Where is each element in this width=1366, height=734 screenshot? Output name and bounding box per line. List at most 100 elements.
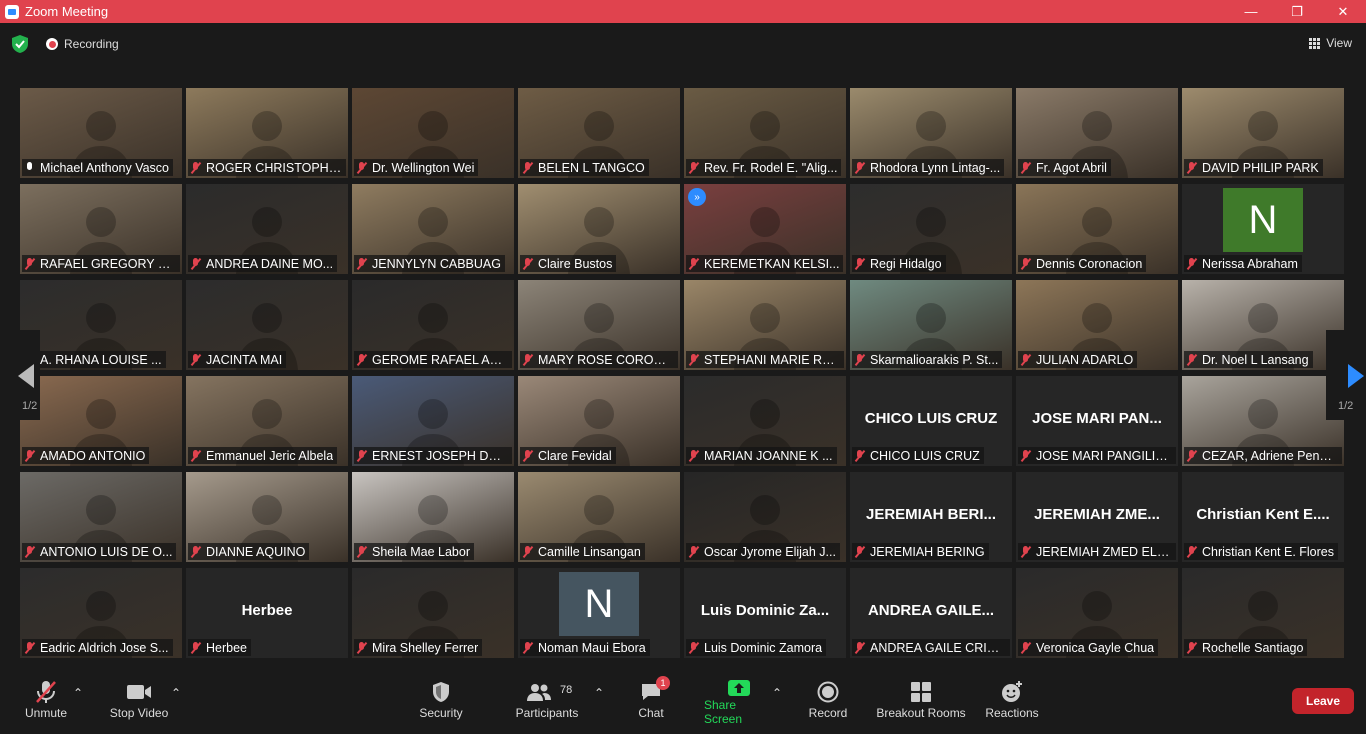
participants-button[interactable]: 78 Participants xyxy=(514,678,580,726)
record-dot-icon xyxy=(46,38,58,50)
reaction-smiley-icon xyxy=(1000,678,1024,706)
reactions-button[interactable]: Reactions xyxy=(985,678,1039,726)
participant-tile[interactable]: ROGER CHRISTOPHE... xyxy=(186,88,348,178)
participant-tile[interactable]: Luis Dominic Za... Luis Dominic Zamora xyxy=(684,568,846,658)
security-button[interactable]: Security xyxy=(418,678,464,726)
participant-tile[interactable]: Emmanuel Jeric Albela xyxy=(186,376,348,466)
encryption-shield-icon[interactable] xyxy=(12,35,28,53)
participant-tile[interactable]: JENNYLYN CABBUAG xyxy=(352,184,514,274)
close-button[interactable]: ✕ xyxy=(1320,0,1366,23)
participant-avatar: N xyxy=(559,572,639,636)
participant-tile[interactable]: BELEN L TANGCO xyxy=(518,88,680,178)
unmute-label: Unmute xyxy=(24,706,68,720)
participant-tile[interactable]: Michael Anthony Vasco xyxy=(20,88,182,178)
participant-name: Michael Anthony Vasco xyxy=(40,160,170,175)
mic-muted-icon xyxy=(1020,353,1032,366)
participant-tile[interactable]: ANTONIO LUIS DE O... xyxy=(20,472,182,562)
participant-tile[interactable]: Herbee Herbee xyxy=(186,568,348,658)
mic-on-icon xyxy=(24,161,36,174)
restore-button[interactable]: ❐ xyxy=(1274,0,1320,23)
participant-tile[interactable]: Rev. Fr. Rodel E. "Alig... xyxy=(684,88,846,178)
participant-tile[interactable]: ERNEST JOSEPH DO... xyxy=(352,376,514,466)
mic-muted-icon xyxy=(854,545,866,558)
mic-muted-icon xyxy=(356,449,368,462)
participant-tile[interactable]: CHICO LUIS CRUZ CHICO LUIS CRUZ xyxy=(850,376,1012,466)
participant-tile[interactable]: Rochelle Santiago xyxy=(1182,568,1344,658)
participant-name: ERNEST JOSEPH DO... xyxy=(372,448,508,463)
participants-icon: 78 xyxy=(514,678,580,706)
video-options-chevron-icon[interactable]: ⌃ xyxy=(171,686,181,734)
participant-tile[interactable]: MARIAN JOANNE K ... xyxy=(684,376,846,466)
chat-button[interactable]: 1 Chat xyxy=(636,676,670,726)
participant-tile[interactable]: Regi Hidalgo xyxy=(850,184,1012,274)
share-screen-button[interactable]: Share Screen xyxy=(704,678,774,726)
breakout-rooms-icon xyxy=(910,678,932,706)
previous-page-button[interactable]: 1/2 xyxy=(0,330,40,420)
participants-options-chevron-icon[interactable]: ⌃ xyxy=(594,686,604,734)
participant-tile[interactable]: JACINTA MAI xyxy=(186,280,348,370)
participant-tile[interactable]: Dennis Coronacion xyxy=(1016,184,1178,274)
mic-muted-icon xyxy=(854,641,866,654)
unmute-button[interactable]: Unmute xyxy=(24,678,68,726)
participant-tile[interactable]: MARY ROSE CORONEL xyxy=(518,280,680,370)
stop-video-button[interactable]: Stop Video xyxy=(108,678,170,726)
participant-tile[interactable]: ANDREA GAILE... ANDREA GAILE CRIST... xyxy=(850,568,1012,658)
participant-tile[interactable]: Christian Kent E.... Christian Kent E. Fl… xyxy=(1182,472,1344,562)
participant-tile[interactable]: Eadric Aldrich Jose S... xyxy=(20,568,182,658)
participant-name: RAFAEL GREGORY LA... xyxy=(40,256,176,271)
minimize-button[interactable]: — xyxy=(1228,0,1274,23)
participant-tile[interactable]: Oscar Jyrome Elijah J... xyxy=(684,472,846,562)
participant-name-label: Sheila Mae Labor xyxy=(354,543,474,560)
mic-muted-icon xyxy=(688,257,700,270)
mic-muted-icon xyxy=(1020,641,1032,654)
participant-tile[interactable]: JULIAN ADARLO xyxy=(1016,280,1178,370)
participants-label: Participants xyxy=(515,706,579,720)
participant-name-label: Regi Hidalgo xyxy=(852,255,946,272)
participant-name: JULIAN ADARLO xyxy=(1036,352,1134,367)
participant-tile[interactable]: Sheila Mae Labor xyxy=(352,472,514,562)
participant-tile[interactable]: AMADO ANTONIO xyxy=(20,376,182,466)
participant-tile[interactable]: Dr. Noel L Lansang xyxy=(1182,280,1344,370)
participant-tile[interactable]: RAFAEL GREGORY LA... xyxy=(20,184,182,274)
participant-name-label: DAVID PHILIP PARK xyxy=(1184,159,1323,176)
participant-tile[interactable]: JOSE MARI PAN... JOSE MARI PANGILIN... xyxy=(1016,376,1178,466)
participant-tile[interactable]: N Noman Maui Ebora xyxy=(518,568,680,658)
participant-tile[interactable]: Claire Bustos xyxy=(518,184,680,274)
participant-tile[interactable]: DAVID PHILIP PARK xyxy=(1182,88,1344,178)
participant-tile[interactable]: Veronica Gayle Chua xyxy=(1016,568,1178,658)
participant-tile[interactable]: A. RHANA LOUISE ... xyxy=(20,280,182,370)
participant-tile[interactable]: Rhodora Lynn Lintag-... xyxy=(850,88,1012,178)
participant-name-label: CHICO LUIS CRUZ xyxy=(852,447,984,464)
participant-tile[interactable]: Camille Linsangan xyxy=(518,472,680,562)
participant-name-label: Camille Linsangan xyxy=(520,543,645,560)
view-button[interactable]: View xyxy=(1309,36,1352,50)
next-page-button[interactable]: 1/2 xyxy=(1326,330,1366,420)
page-indicator-left: 1/2 xyxy=(22,400,38,412)
mic-muted-icon xyxy=(522,353,534,366)
participant-tile[interactable]: Clare Fevidal xyxy=(518,376,680,466)
participant-tile[interactable]: Skarmalioarakis P. St... xyxy=(850,280,1012,370)
participant-tile[interactable]: DIANNE AQUINO xyxy=(186,472,348,562)
participant-tile[interactable]: STEPHANI MARIE RA... xyxy=(684,280,846,370)
participant-tile[interactable]: JEREMIAH BERI... JEREMIAH BERING xyxy=(850,472,1012,562)
share-options-chevron-icon[interactable]: ⌃ xyxy=(772,686,782,734)
participant-name: Rochelle Santiago xyxy=(1202,640,1304,655)
participant-tile[interactable]: CEZAR, Adriene Penn ... xyxy=(1182,376,1344,466)
audio-options-chevron-icon[interactable]: ⌃ xyxy=(73,686,83,734)
participant-tile[interactable]: GEROME RAFAEL AU... xyxy=(352,280,514,370)
breakout-rooms-button[interactable]: Breakout Rooms xyxy=(876,678,966,726)
participant-tile[interactable]: » KEREMETKAN KELSI... xyxy=(684,184,846,274)
mic-muted-icon xyxy=(522,449,534,462)
recording-indicator[interactable]: Recording xyxy=(46,37,119,51)
participant-tile[interactable]: ANDREA DAINE MO... xyxy=(186,184,348,274)
leave-button[interactable]: Leave xyxy=(1292,688,1354,714)
participant-tile[interactable]: N Nerissa Abraham xyxy=(1182,184,1344,274)
participant-tile[interactable]: Fr. Agot Abril xyxy=(1016,88,1178,178)
participant-tile[interactable]: Mira Shelley Ferrer xyxy=(352,568,514,658)
participant-tile[interactable]: Dr. Wellington Wei xyxy=(352,88,514,178)
record-button[interactable]: Record xyxy=(808,678,848,726)
participant-name-label: Skarmalioarakis P. St... xyxy=(852,351,1003,368)
participant-name-label: ROGER CHRISTOPHE... xyxy=(188,159,346,176)
participant-tile[interactable]: JEREMIAH ZME... JEREMIAH ZMED ELE... xyxy=(1016,472,1178,562)
participant-display-name: JEREMIAH BERI... xyxy=(865,506,997,523)
